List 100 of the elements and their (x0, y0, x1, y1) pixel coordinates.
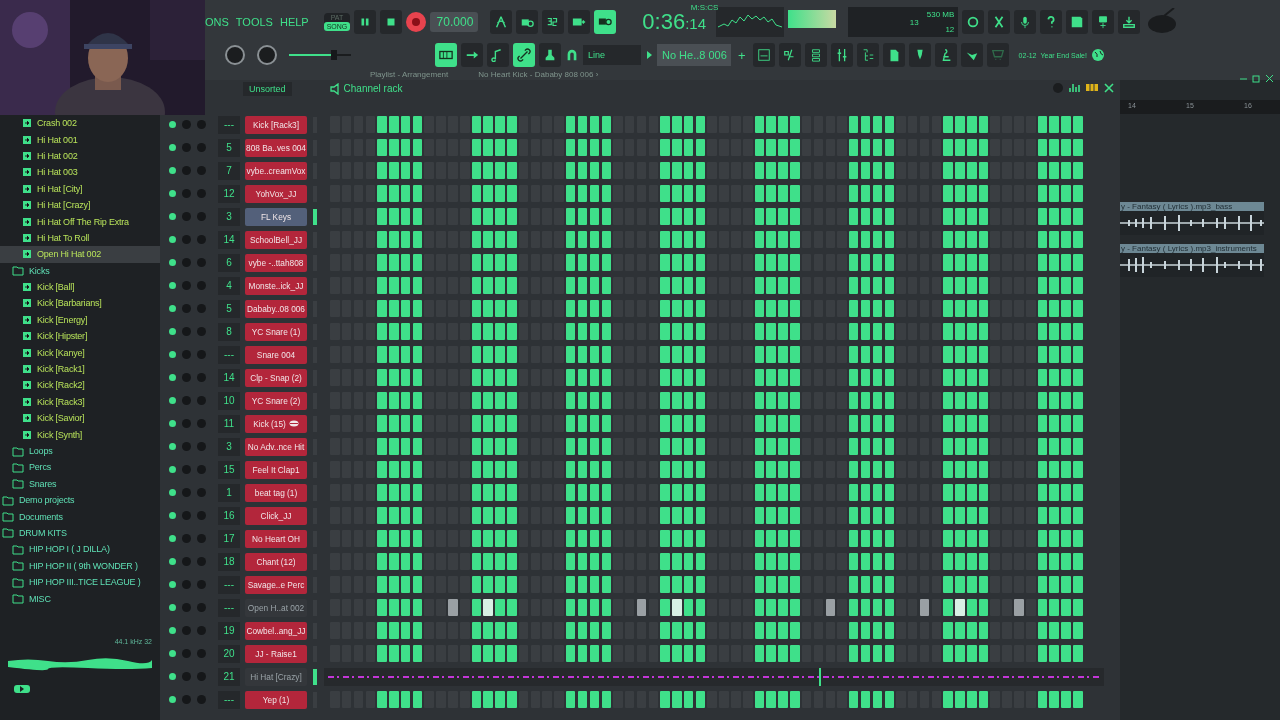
channel-led[interactable] (169, 397, 176, 404)
pattern-selector[interactable]: No He..8 006 (657, 44, 731, 66)
volume-knob[interactable] (197, 120, 206, 129)
master-volume-knob[interactable] (225, 45, 245, 65)
volume-knob[interactable] (197, 304, 206, 313)
pan-knob[interactable] (182, 258, 191, 267)
toggle-button[interactable] (539, 43, 561, 67)
volume-knob[interactable] (197, 465, 206, 474)
channel-button[interactable]: Hi Hat [Crazy] (245, 667, 307, 686)
pan-knob[interactable] (182, 442, 191, 451)
master-pitch-knob[interactable] (257, 45, 277, 65)
channel-button[interactable]: Monste..ick_JJ (245, 276, 307, 295)
volume-knob[interactable] (197, 189, 206, 198)
audio-clip-label[interactable]: y - Fantasy ( Lyrics ).mp3_instruments (1120, 244, 1264, 253)
channel-led[interactable] (169, 466, 176, 473)
mixer-track-field[interactable]: 6 (218, 253, 240, 272)
mixer-track-field[interactable]: 21 (218, 667, 240, 686)
channel-button[interactable]: Chant (12) (245, 552, 307, 571)
toolbar-button[interactable] (752, 43, 775, 67)
browser-item[interactable]: HIP HOP III..TICE LEAGUE ) (0, 573, 160, 591)
pan-knob[interactable] (182, 304, 191, 313)
volume-knob[interactable] (197, 557, 206, 566)
browser-item[interactable]: Crash 002 (0, 115, 160, 132)
mixer-track-field[interactable]: 15 (218, 460, 240, 479)
toolbar-button[interactable] (882, 43, 905, 67)
toolbar-button[interactable] (962, 10, 985, 34)
toolbar-button[interactable] (908, 43, 931, 67)
channel-led[interactable] (169, 259, 176, 266)
pan-knob[interactable] (182, 603, 191, 612)
channel-button[interactable]: JJ - Raise1 (245, 644, 307, 663)
toggle-button[interactable] (516, 10, 539, 34)
channel-led[interactable] (169, 351, 176, 358)
browser-item[interactable]: Loops (0, 442, 160, 460)
volume-knob[interactable] (197, 534, 206, 543)
mixer-track-field[interactable]: 5 (218, 299, 240, 318)
browser-item[interactable]: Snares (0, 475, 160, 492)
channel-led[interactable] (169, 213, 176, 220)
browser-item[interactable]: Kick [Rack1] (0, 360, 160, 378)
channel-led[interactable] (169, 328, 176, 335)
preview-play-button[interactable] (14, 685, 30, 693)
toggle-button[interactable] (461, 43, 483, 67)
volume-knob[interactable] (197, 626, 206, 635)
browser-item[interactable]: Hi Hat [City] (0, 180, 160, 197)
channel-led[interactable] (169, 190, 176, 197)
volume-knob[interactable] (197, 166, 206, 175)
channel-button[interactable]: No Heart OH (245, 529, 307, 548)
pan-knob[interactable] (182, 120, 191, 129)
toolbar-button[interactable] (1118, 10, 1141, 34)
channel-button[interactable]: beat tag (1) (245, 483, 307, 502)
toolbar-button[interactable] (960, 43, 983, 67)
channel-button[interactable]: Clp - Snap (2) (245, 368, 307, 387)
volume-knob[interactable] (197, 350, 206, 359)
channel-led[interactable] (169, 558, 176, 565)
mixer-track-field[interactable]: 14 (218, 230, 240, 249)
browser-item[interactable]: Hi Hat [Crazy] (0, 196, 160, 214)
pan-knob[interactable] (182, 235, 191, 244)
browser-item[interactable]: HIP HOP II ( 9th WONDER ) (0, 557, 160, 574)
browser-item[interactable]: Documents (0, 508, 160, 525)
mixer-track-field[interactable]: 4 (218, 276, 240, 295)
mixer-track-field[interactable]: 5 (218, 138, 240, 157)
toolbar-button[interactable] (934, 43, 957, 67)
volume-knob[interactable] (197, 235, 206, 244)
mixer-track-field[interactable]: 16 (218, 506, 240, 525)
toggle-button[interactable] (487, 43, 509, 67)
browser-item[interactable]: Hi Hat 002 (0, 147, 160, 165)
browser-item[interactable]: Kick [Rack3] (0, 393, 160, 411)
volume-knob[interactable] (197, 488, 206, 497)
selection-indicator[interactable] (313, 668, 317, 685)
browser-item[interactable]: Kicks (0, 262, 160, 279)
browser-item[interactable]: Hi Hat Off The Rip Extra (0, 213, 160, 230)
channel-button[interactable]: Open H..at 002 (245, 598, 307, 617)
pan-knob[interactable] (182, 212, 191, 221)
pause-button[interactable] (354, 10, 377, 34)
browser-item[interactable]: Kick [Energy] (0, 311, 160, 329)
toggle-button[interactable] (542, 10, 565, 34)
browser-item[interactable]: Kick [Kanye] (0, 344, 160, 361)
browser-item[interactable]: DRUM KITS (0, 524, 160, 542)
browser-item[interactable]: Kick [Barbarians] (0, 295, 160, 312)
toolbar-button[interactable] (1040, 10, 1063, 34)
browser-item[interactable]: Hi Hat 003 (0, 164, 160, 181)
pan-knob[interactable] (182, 649, 191, 658)
channel-led[interactable] (169, 236, 176, 243)
channel-led[interactable] (169, 696, 176, 703)
pan-knob[interactable] (182, 557, 191, 566)
mixer-track-field[interactable]: --- (218, 598, 240, 617)
channel-button[interactable]: No Adv..nce Hit (245, 437, 307, 456)
mixer-track-field[interactable]: 1 (218, 483, 240, 502)
volume-knob[interactable] (197, 649, 206, 658)
pan-knob[interactable] (182, 281, 191, 290)
toolbar-button[interactable] (1066, 10, 1089, 34)
pan-knob[interactable] (182, 166, 191, 175)
filter-dropdown[interactable]: Unsorted (243, 81, 292, 96)
channel-led[interactable] (169, 374, 176, 381)
volume-knob[interactable] (197, 212, 206, 221)
mixer-track-field[interactable]: --- (218, 690, 240, 709)
pan-knob[interactable] (182, 695, 191, 704)
pan-knob[interactable] (182, 327, 191, 336)
mixer-track-field[interactable]: 3 (218, 437, 240, 456)
channel-button[interactable]: Dababy..08 006 (245, 299, 307, 318)
toggle-button[interactable] (594, 10, 617, 34)
